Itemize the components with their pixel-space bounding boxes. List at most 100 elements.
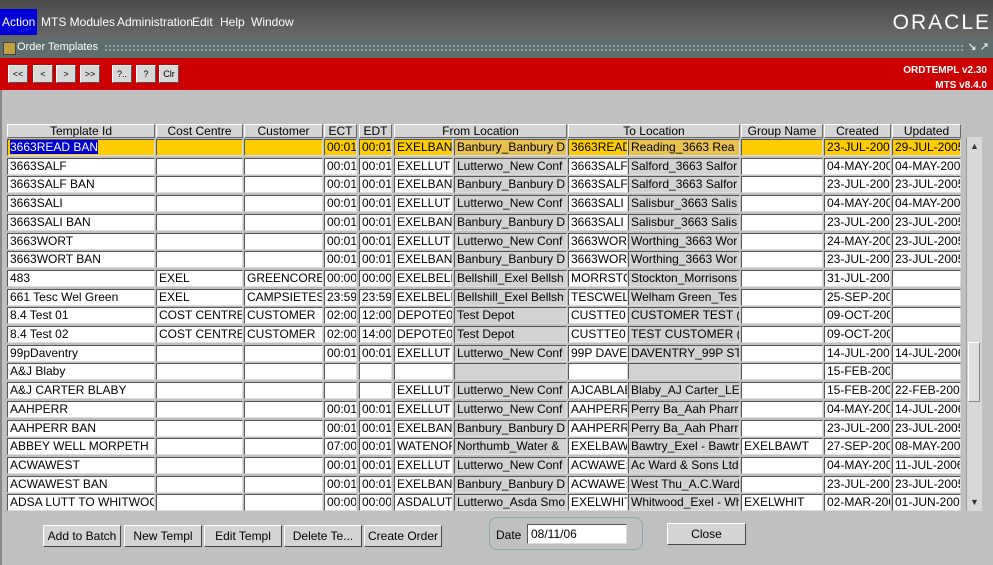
cell-customer[interactable]: GREENCORE [244,269,323,287]
cell-created[interactable]: 04-MAY-200 [824,195,891,213]
cell-from-name[interactable]: Lutterwo_New Conf [454,195,567,213]
cell-from-name[interactable]: Test Depot [454,307,567,325]
cell-group-name[interactable] [741,139,823,156]
cell-updated[interactable]: 23-JUL-2005 0 [892,475,961,493]
cell-ect[interactable]: 00:01 [324,232,357,250]
cell-cost-centre[interactable]: COST CENTRE [156,326,243,343]
cell-created[interactable]: 09-OCT-200 [824,326,891,343]
cell-updated[interactable]: 08-MAY-2006 [892,438,961,456]
cell-to-code[interactable]: EXELWHIT [568,494,628,512]
cell-from-code[interactable]: WATENOF [394,438,453,456]
cell-cost-centre[interactable] [156,232,243,250]
cell-customer[interactable] [244,400,323,418]
table-row[interactable]: 661 Tesc Wel Green EXEL CAMPSIETES 23:59 23:… [0,288,993,308]
menu-edit[interactable]: Edit [192,15,213,29]
cell-cost-centre[interactable] [156,400,243,418]
cell-created[interactable]: 23-JUL-200 [824,475,891,493]
prev-record-button[interactable]: < [33,65,53,83]
cell-from-name[interactable]: Lutterwo_New Conf [454,382,567,400]
cell-group-name[interactable] [741,400,823,418]
cell-created[interactable]: 04-MAY-200 [824,157,891,175]
cell-cost-centre[interactable] [156,195,243,213]
cell-to-name[interactable]: Reading_3663 Rea [628,139,740,156]
cell-created[interactable]: 04-MAY-200 [824,400,891,418]
cell-ect[interactable]: 00:01 [324,475,357,493]
cell-to-code[interactable]: AAHPERR [568,400,628,418]
cell-ect[interactable]: 00:01 [324,344,357,362]
cell-created[interactable]: 23-JUL-200 [824,176,891,194]
cell-from-code[interactable]: DEPOTE0 [394,307,453,325]
cell-from-name[interactable]: Banbury_Banbury D [454,419,567,437]
cell-edt[interactable]: 00:01 [359,176,392,194]
cell-cost-centre[interactable]: EXEL [156,269,243,287]
cell-from-code[interactable]: EXELBAN [394,139,453,156]
cell-to-name[interactable]: Stockton_Morrisons [628,269,740,287]
cell-cost-centre[interactable]: COST CENTRE [156,307,243,325]
cell-to-code[interactable]: EXELBAW [568,438,628,456]
cell-edt[interactable]: 00:01 [359,456,392,474]
cell-edt[interactable]: 12:00 [359,307,392,325]
table-row[interactable]: 3663SALI 00:01 00:01 EXELLUT Lutterwo_New Co… [0,195,993,214]
cell-template-id[interactable]: ADSA LUTT TO WHITWOO [7,494,155,512]
cell-created[interactable]: 14-JUL-200 [824,344,891,362]
execute-query-button[interactable]: ? [136,65,156,83]
cell-ect[interactable]: 02:00 [324,307,357,325]
cell-customer[interactable] [244,213,323,231]
cell-group-name[interactable] [741,382,823,400]
cell-ect[interactable]: 00:01 [324,419,357,437]
cell-cost-centre[interactable] [156,157,243,175]
cell-updated[interactable]: 14-JUL-2006 1 [892,344,961,362]
cell-ect[interactable]: 23:59 [324,288,357,306]
cell-updated[interactable]: 23-JUL-2005 1 [892,176,961,194]
date-input[interactable]: 08/11/06 [527,524,627,544]
cell-to-name[interactable]: Blaby_AJ Carter_LE [628,382,740,400]
cell-created[interactable]: 15-FEB-200 [824,382,891,400]
cell-from-code[interactable]: EXELBELI [394,269,453,287]
cell-to-code[interactable]: AAHPERR [568,419,628,437]
cell-from-name[interactable]: Bellshill_Exel Bellsh [454,269,567,287]
cell-group-name[interactable] [741,363,823,381]
menu-mts-modules[interactable]: MTS Modules [41,15,115,29]
cell-to-name[interactable]: TEST CUSTOMER ( [628,326,740,343]
cell-to-code[interactable]: TESCWEL [568,288,628,306]
cell-to-name[interactable]: Salford_3663 Salfor [628,176,740,194]
cell-updated[interactable]: 29-JUL-2005 [892,139,961,156]
cell-updated[interactable] [892,363,961,381]
cell-updated[interactable] [892,269,961,287]
cell-cost-centre[interactable] [156,251,243,269]
create-order-button[interactable]: Create Order [364,525,442,547]
cell-edt[interactable]: 00:01 [359,400,392,418]
edit-template-button[interactable]: Edit Templ [204,525,282,547]
cell-created[interactable]: 09-OCT-200 [824,307,891,325]
cell-edt[interactable]: 00:01 [359,195,392,213]
table-row[interactable]: AAHPERR 00:01 00:01 EXELLUT Lutterwo_New Con… [0,400,993,420]
cell-template-id[interactable]: 8.4 Test 01 [7,307,155,325]
cell-template-id[interactable]: ACWAWEST [7,456,155,474]
cell-to-name[interactable]: Welham Green_Tes [628,288,740,306]
cell-group-name[interactable] [741,157,823,175]
cell-created[interactable]: 31-JUL-200 [824,269,891,287]
cell-updated[interactable]: 11-JUL-2006 0 [892,456,961,474]
cell-updated[interactable] [892,307,961,325]
cell-ect[interactable]: 00:01 [324,400,357,418]
cell-edt[interactable]: 00:01 [359,344,392,362]
cell-from-code[interactable]: EXELLUT [394,400,453,418]
table-row[interactable]: ACWAWEST 00:01 00:01 EXELLUT Lutterwo_New Co… [0,456,993,476]
cell-ect[interactable]: 00:01 [324,251,357,269]
cell-edt[interactable]: 00:00 [359,494,392,512]
cell-template-id[interactable]: 3663SALF BAN [7,176,155,194]
table-row[interactable]: A&J Blaby 15-FEB-200 [0,363,993,382]
cell-ect[interactable] [324,363,357,381]
cell-to-code[interactable]: CUSTTE0 [568,326,628,343]
cell-group-name[interactable] [741,307,823,325]
cell-created[interactable]: 24-MAY-200 [824,232,891,250]
cell-updated[interactable]: 23-JUL-2005 1 [892,232,961,250]
cell-cost-centre[interactable] [156,419,243,437]
table-row[interactable]: A&J CARTER BLABY EXELLUT Lutterwo_New Conf… [0,382,993,401]
cell-updated[interactable]: 23-JUL-2005 1 [892,251,961,269]
cell-from-name[interactable]: Banbury_Banbury D [454,213,567,231]
cell-to-name[interactable]: Salford_3663 Salfor [628,157,740,175]
table-row[interactable]: 8.4 Test 01 COST CENTRE CUSTOMER 02:00 12:00… [0,307,993,326]
scroll-down-icon[interactable]: ▼ [967,495,982,509]
cell-from-name[interactable]: Lutterwo_New Conf [454,400,567,418]
